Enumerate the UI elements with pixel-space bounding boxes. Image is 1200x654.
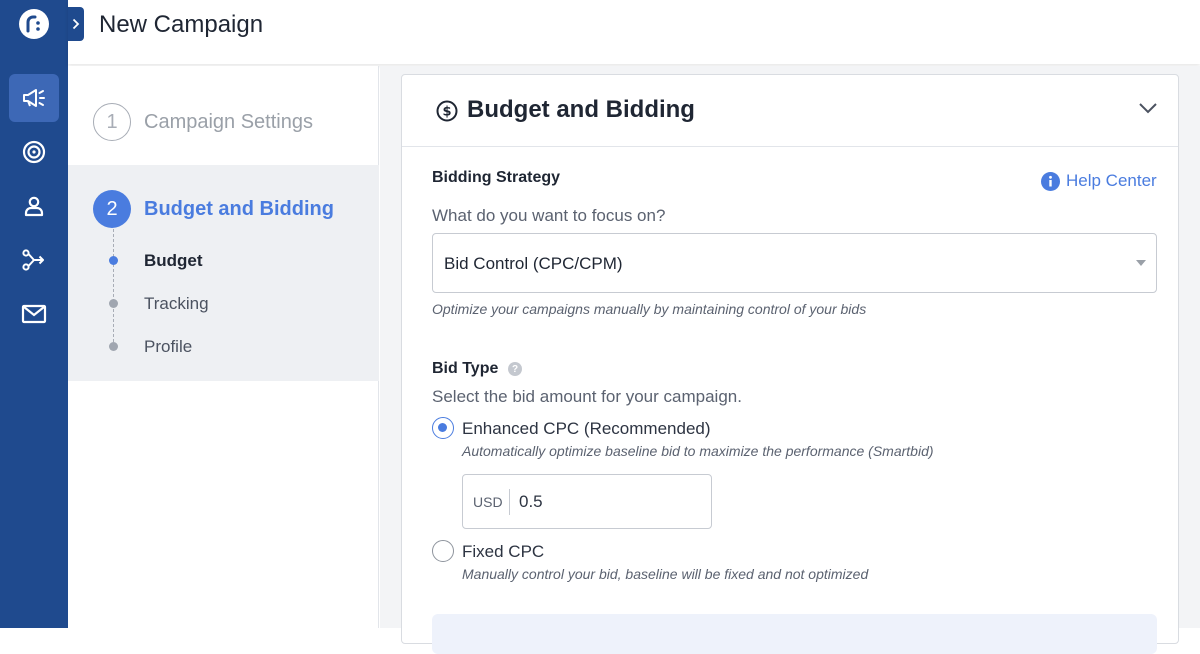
- step-number: 2: [93, 190, 131, 228]
- nav-automation[interactable]: [9, 236, 59, 284]
- currency-divider: [509, 489, 510, 515]
- enhanced-cpc-radio[interactable]: [432, 417, 454, 439]
- bid-type-label: Bid Type: [432, 360, 499, 377]
- fixed-cpc-hint: Manually control your bid, baseline will…: [462, 566, 869, 582]
- info-icon: [1041, 171, 1060, 191]
- substep-profile[interactable]: Profile: [144, 337, 192, 357]
- fixed-cpc-radio[interactable]: [432, 540, 454, 562]
- enhanced-cpc-label[interactable]: Enhanced CPC (Recommended): [462, 419, 711, 439]
- bidding-strategy-select[interactable]: Bid Control (CPC/CPM): [432, 233, 1157, 293]
- top-bar: New Campaign: [68, 0, 1200, 64]
- dollar-icon: $: [436, 100, 458, 122]
- card-title: Budget and Bidding: [467, 96, 695, 123]
- substep-dot: [109, 299, 118, 308]
- steps-panel: 1 Campaign Settings 2 Budget and Bidding…: [68, 66, 379, 628]
- chevron-down-icon[interactable]: [1138, 101, 1158, 115]
- substep-dot: [109, 256, 118, 265]
- step-label: Budget and Bidding: [144, 198, 334, 220]
- focus-question: What do you want to focus on?: [432, 206, 666, 225]
- megaphone-icon: [23, 89, 45, 107]
- nav-rail: [0, 0, 68, 628]
- substep-dot: [109, 342, 118, 351]
- currency-label: USD: [473, 494, 503, 510]
- dropdown-arrow-icon: [1136, 260, 1146, 266]
- step-connector: [113, 229, 114, 347]
- page-title: New Campaign: [99, 11, 264, 38]
- nav-messages[interactable]: [9, 290, 59, 338]
- nav-targeting[interactable]: [9, 128, 59, 176]
- flow-icon: [22, 249, 44, 271]
- step-number: 1: [93, 103, 131, 141]
- mail-icon: [21, 304, 47, 324]
- help-center-link[interactable]: Help Center: [1041, 171, 1157, 191]
- logo-icon[interactable]: [19, 9, 49, 39]
- bid-type-question: Select the bid amount for your campaign.: [432, 387, 742, 406]
- fixed-cpc-label[interactable]: Fixed CPC: [462, 542, 544, 562]
- substep-tracking[interactable]: Tracking: [144, 294, 209, 314]
- select-value: Bid Control (CPC/CPM): [444, 254, 623, 273]
- main-content: $ Budget and Bidding Bidding Strategy He…: [380, 66, 1200, 654]
- enhanced-cpc-hint: Automatically optimize baseline bid to m…: [462, 443, 934, 459]
- collapse-sidebar-button[interactable]: [68, 7, 84, 41]
- bid-amount-value: 0.5: [519, 492, 543, 511]
- info-box: [432, 614, 1157, 654]
- card-header[interactable]: $ Budget and Bidding: [402, 75, 1178, 147]
- step-campaign-settings[interactable]: 1 Campaign Settings: [68, 66, 379, 165]
- step-budget-and-bidding[interactable]: 2 Budget and Bidding Budget Tracking Pro…: [68, 165, 379, 381]
- person-icon: [24, 196, 44, 217]
- nav-audience[interactable]: [9, 182, 59, 230]
- substep-budget[interactable]: Budget: [144, 251, 203, 271]
- help-center-label: Help Center: [1066, 171, 1157, 190]
- bid-amount-input[interactable]: USD 0.5: [462, 474, 712, 529]
- bidding-strategy-hint: Optimize your campaigns manually by main…: [432, 301, 867, 317]
- nav-campaigns[interactable]: [9, 74, 59, 122]
- bidding-strategy-label: Bidding Strategy: [432, 169, 561, 186]
- svg-text:$: $: [442, 105, 451, 120]
- question-icon[interactable]: ?: [508, 362, 522, 376]
- target-icon: [22, 140, 46, 164]
- budget-bidding-card: $ Budget and Bidding Bidding Strategy He…: [401, 74, 1179, 654]
- step-label: Campaign Settings: [144, 111, 313, 133]
- chevron-right-icon: [72, 18, 80, 30]
